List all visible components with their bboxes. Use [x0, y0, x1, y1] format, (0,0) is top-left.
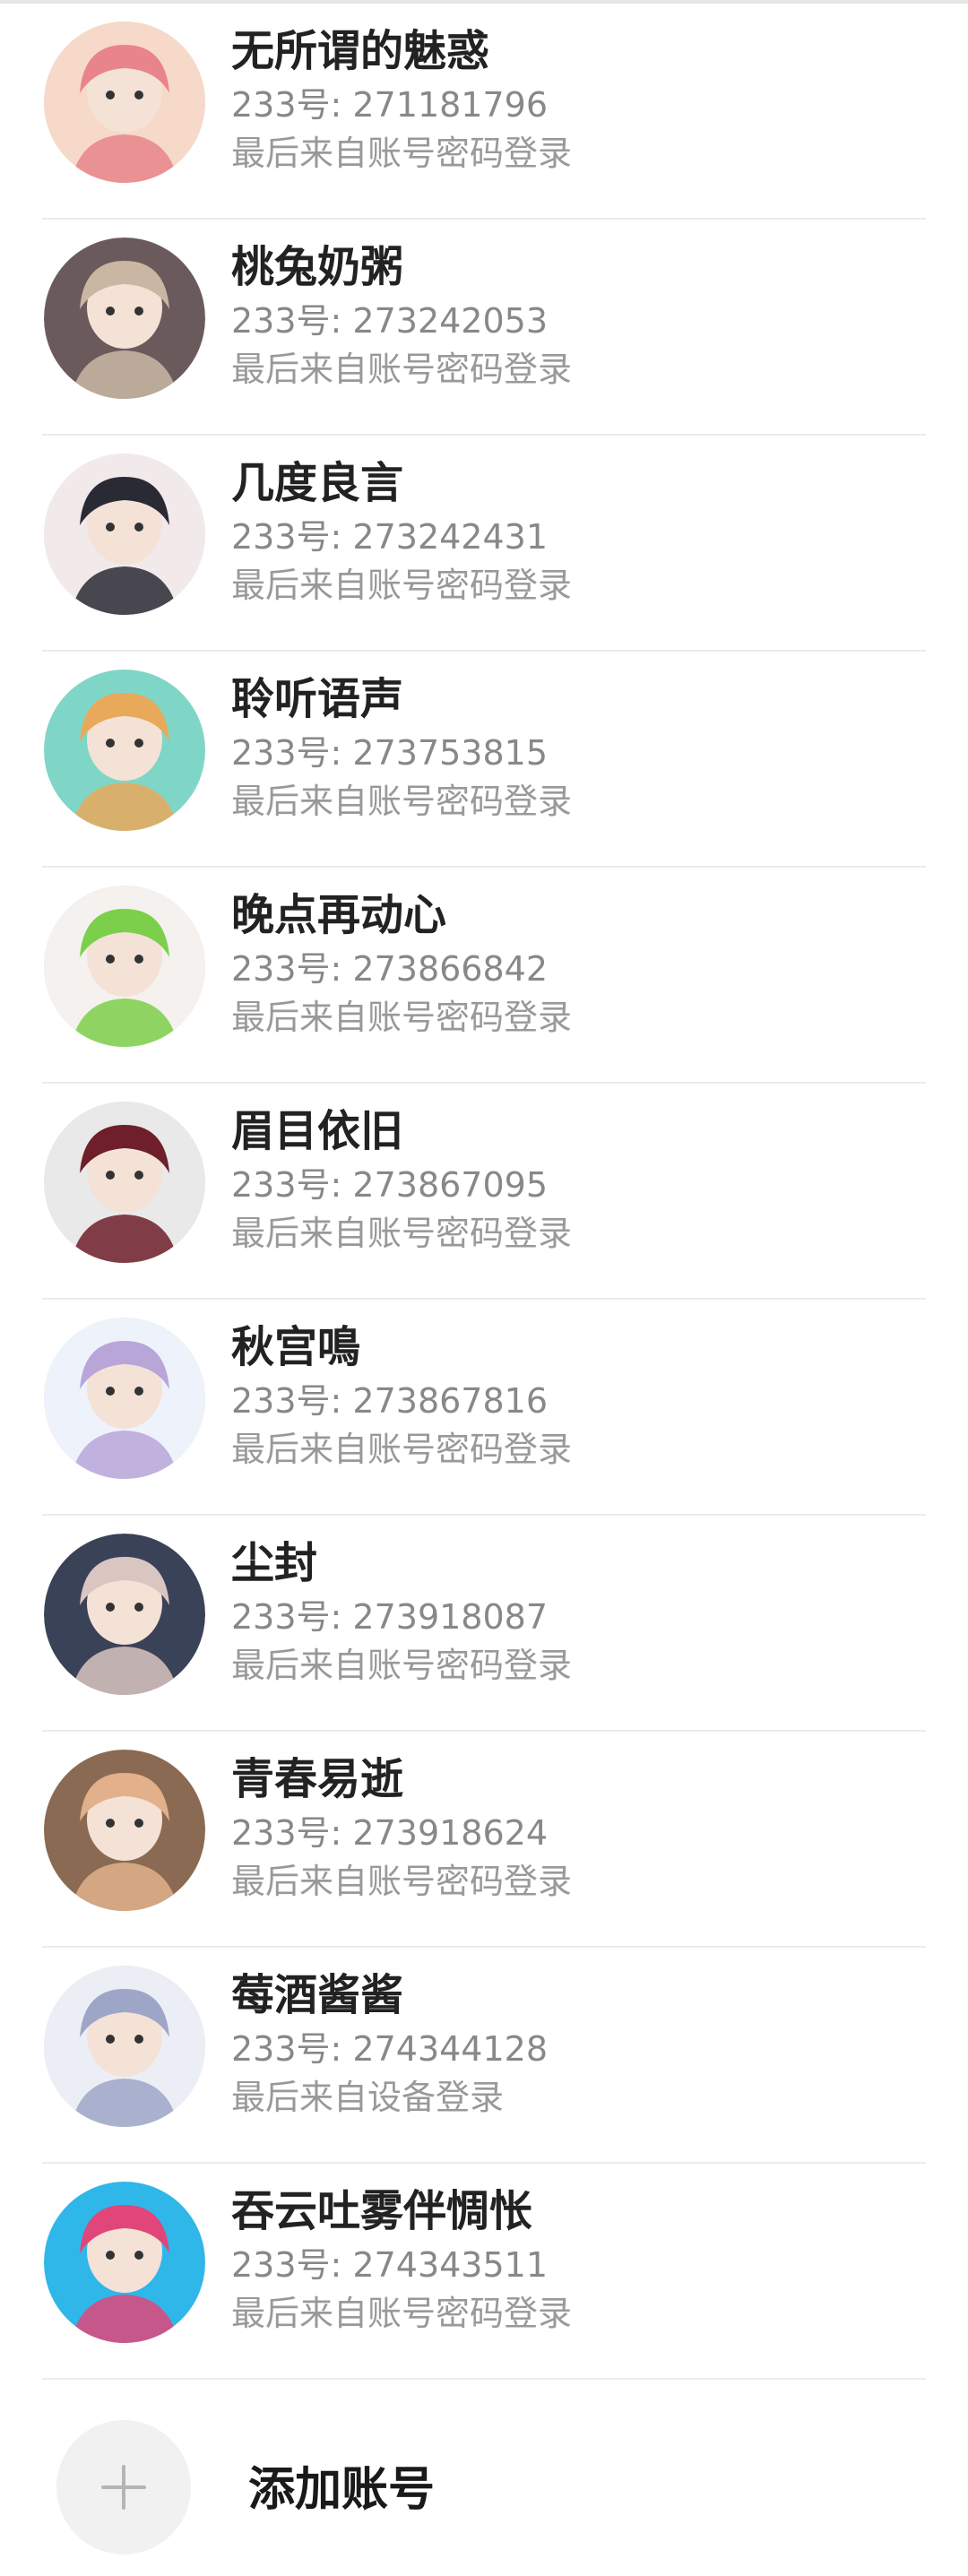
account-info: 桃兔奶粥 233号: 273242053 最后来自账号密码登录 — [231, 239, 572, 393]
avatar — [44, 1750, 205, 1911]
avatar — [44, 1318, 205, 1479]
avatar — [44, 238, 205, 399]
avatar — [44, 670, 205, 831]
account-uid: 233号: 273918087 — [231, 1597, 549, 1637]
account-nickname: 桃兔奶粥 — [231, 242, 404, 292]
account-info: 吞云吐雾伴惆怅 233号: 274343511 最后来自账号密码登录 — [231, 2183, 572, 2338]
account-nickname: 吞云吐雾伴惆怅 — [231, 2186, 533, 2236]
account-row[interactable]: 几度良言 233号: 273242431 最后来自账号密码登录 — [42, 436, 926, 652]
account-info: 尘封 233号: 273918087 最后来自账号密码登录 — [231, 1535, 572, 1690]
account-last-login: 最后来自账号密码登录 — [231, 2294, 573, 2333]
avatar — [44, 2182, 205, 2343]
account-last-login: 最后来自账号密码登录 — [231, 350, 573, 389]
account-nickname: 莓酒酱酱 — [231, 1970, 404, 2020]
account-uid: 233号: 273753815 — [231, 733, 549, 773]
account-info: 晚点再动心 233号: 273866842 最后来自账号密码登录 — [231, 887, 572, 1042]
account-nickname: 青春易逝 — [231, 1754, 404, 1804]
account-last-login: 最后来自账号密码登录 — [231, 1430, 573, 1469]
add-account-row[interactable]: 添加账号 — [42, 2411, 926, 2572]
account-uid: 233号: 271181796 — [231, 85, 549, 125]
account-last-login: 最后来自设备登录 — [231, 2078, 505, 2117]
account-last-login: 最后来自账号密码登录 — [231, 1862, 573, 1901]
plus-icon — [101, 2465, 146, 2510]
account-row[interactable]: 吞云吐雾伴惆怅 233号: 274343511 最后来自账号密码登录 — [42, 2164, 926, 2380]
avatar — [44, 886, 205, 1047]
account-info: 眉目依旧 233号: 273867095 最后来自账号密码登录 — [231, 1103, 572, 1258]
account-nickname: 几度良言 — [231, 458, 404, 508]
account-info: 青春易逝 233号: 273918624 最后来自账号密码登录 — [231, 1751, 572, 1906]
account-last-login: 最后来自账号密码登录 — [231, 782, 573, 821]
account-uid: 233号: 274343511 — [231, 2245, 549, 2285]
add-account-label: 添加账号 — [248, 2463, 436, 2517]
avatar — [44, 454, 205, 615]
avatar — [44, 1534, 205, 1695]
account-row[interactable]: 尘封 233号: 273918087 最后来自账号密码登录 — [42, 1516, 926, 1732]
avatar — [44, 22, 205, 183]
account-last-login: 最后来自账号密码登录 — [231, 1646, 573, 1685]
account-row[interactable]: 秋宫鳴 233号: 273867816 最后来自账号密码登录 — [42, 1300, 926, 1516]
account-uid: 233号: 274344128 — [231, 2029, 549, 2069]
account-row[interactable]: 青春易逝 233号: 273918624 最后来自账号密码登录 — [42, 1732, 926, 1948]
account-info: 聆听语声 233号: 273753815 最后来自账号密码登录 — [231, 671, 572, 826]
account-info: 无所谓的魅惑 233号: 271181796 最后来自账号密码登录 — [231, 23, 572, 177]
avatar — [44, 1966, 205, 2127]
account-uid: 233号: 273866842 — [231, 949, 549, 989]
account-row[interactable]: 眉目依旧 233号: 273867095 最后来自账号密码登录 — [42, 1084, 926, 1300]
account-list: 无所谓的魅惑 233号: 271181796 最后来自账号密码登录 桃兔奶粥 233号:… — [0, 4, 968, 2380]
account-info: 几度良言 233号: 273242431 最后来自账号密码登录 — [231, 455, 572, 609]
account-last-login: 最后来自账号密码登录 — [231, 134, 573, 173]
account-nickname: 眉目依旧 — [231, 1106, 404, 1156]
account-uid: 233号: 273918624 — [231, 1813, 549, 1853]
account-nickname: 尘封 — [231, 1538, 318, 1588]
account-row[interactable]: 桃兔奶粥 233号: 273242053 最后来自账号密码登录 — [42, 220, 926, 436]
account-row[interactable]: 晚点再动心 233号: 273866842 最后来自账号密码登录 — [42, 868, 926, 1084]
account-uid: 233号: 273867816 — [231, 1381, 549, 1421]
avatar — [44, 1102, 205, 1263]
account-info: 秋宫鳴 233号: 273867816 最后来自账号密码登录 — [231, 1319, 572, 1474]
add-account-button[interactable] — [56, 2420, 191, 2554]
account-uid: 233号: 273242053 — [231, 301, 549, 341]
account-row[interactable]: 莓酒酱酱 233号: 274344128 最后来自设备登录 — [42, 1948, 926, 2164]
account-info: 莓酒酱酱 233号: 274344128 最后来自设备登录 — [231, 1967, 548, 2122]
account-nickname: 聆听语声 — [231, 674, 404, 724]
account-uid: 233号: 273242431 — [231, 517, 549, 557]
account-nickname: 晚点再动心 — [231, 890, 447, 940]
account-row[interactable]: 无所谓的魅惑 233号: 271181796 最后来自账号密码登录 — [42, 4, 926, 220]
account-uid: 233号: 273867095 — [231, 1165, 549, 1205]
account-last-login: 最后来自账号密码登录 — [231, 566, 573, 605]
account-last-login: 最后来自账号密码登录 — [231, 998, 573, 1037]
account-last-login: 最后来自账号密码登录 — [231, 1214, 573, 1253]
account-nickname: 秋宫鳴 — [231, 1322, 361, 1372]
account-row[interactable]: 聆听语声 233号: 273753815 最后来自账号密码登录 — [42, 652, 926, 868]
account-nickname: 无所谓的魅惑 — [231, 26, 490, 76]
